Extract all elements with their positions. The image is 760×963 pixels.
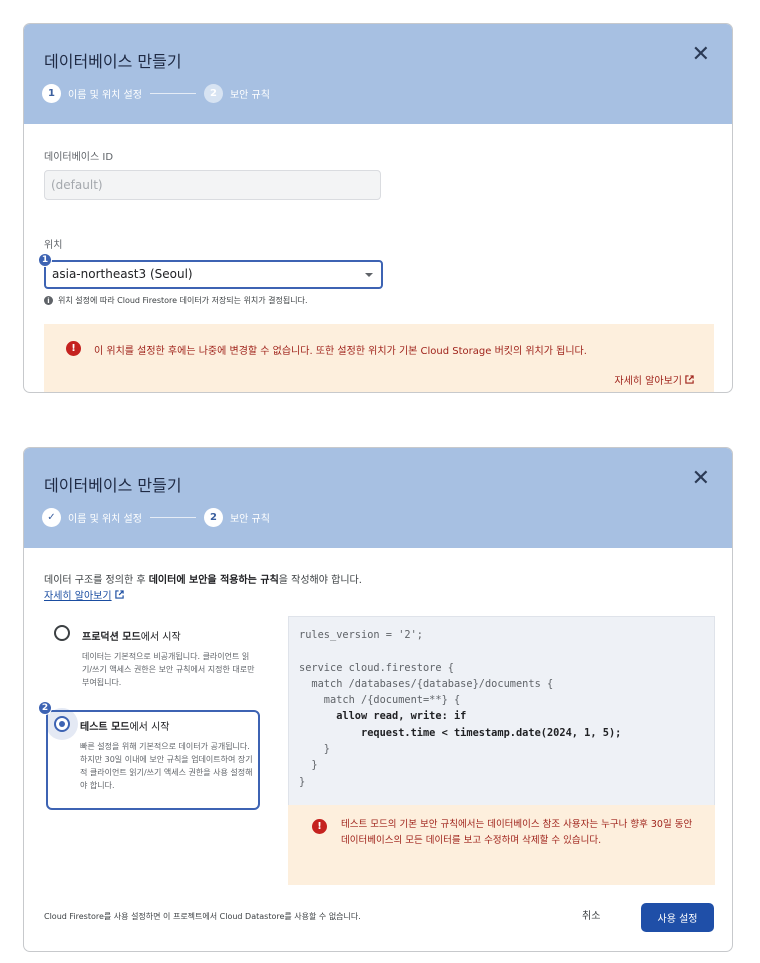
callout-badge-2: 2 — [38, 701, 52, 715]
step-name-location: ✓ 이름 및 위치 설정 — [42, 508, 142, 527]
check-icon: ✓ — [42, 508, 61, 527]
production-mode-title-rest: 에서 시작 — [140, 632, 181, 643]
rules-warning-text: 테스트 모드의 기본 보안 규칙에서는 데이터베이스 참조 사용자는 누구나 향… — [341, 819, 693, 846]
step-number: 2 — [203, 508, 223, 527]
code-line: rules_version = '2'; — [299, 629, 423, 641]
info-icon: i — [44, 296, 53, 305]
test-mode-title-rest: 에서 시작 — [129, 722, 170, 733]
cancel-button[interactable]: 취소 — [582, 907, 600, 922]
location-label: 위치 — [44, 240, 63, 251]
step-number: 1 — [42, 84, 61, 103]
rules-intro-prefix: 데이터 구조를 정의한 후 — [44, 575, 149, 586]
production-mode-option[interactable]: 프로덕션 모드에서 시작 데이터는 기본적으로 비공개됩니다. 클라이언트 읽기… — [48, 625, 258, 698]
code-block: rules_version = '2'; service cloud.fires… — [299, 627, 621, 790]
error-icon: ! — [312, 819, 327, 834]
production-mode-radio[interactable] — [54, 625, 70, 641]
dialog-title: 데이터베이스 만들기 — [44, 52, 182, 71]
rules-intro-suffix: 을 작성해야 합니다. — [278, 575, 362, 586]
step-label: 보안 규칙 — [229, 514, 270, 525]
production-mode-title: 프로덕션 모드에서 시작 — [82, 628, 181, 643]
step-name-location: 1 이름 및 위치 설정 — [42, 84, 142, 103]
code-line-highlight: allow read, write: if — [299, 710, 467, 723]
learn-more-link[interactable]: 자세히 알아보기 — [44, 587, 124, 602]
stepper: 1 이름 및 위치 설정 2 보안 규칙 — [42, 84, 270, 103]
dropdown-arrow-icon — [365, 273, 373, 277]
location-select[interactable]: asia-northeast3 (Seoul) — [44, 260, 383, 289]
location-help: i 위치 설정에 따라 Cloud Firestore 데이터가 저장되는 위치… — [44, 295, 308, 306]
close-button[interactable]: ✕ — [692, 468, 710, 490]
rules-intro: 데이터 구조를 정의한 후 데이터에 보안을 적용하는 규칙을 작성해야 합니다… — [44, 571, 362, 586]
create-database-dialog-step2: 데이터베이스 만들기 ✕ ✓ 이름 및 위치 설정 2 보안 규칙 데이터 구조… — [23, 447, 733, 952]
code-line: } — [299, 743, 330, 756]
error-icon: ! — [66, 341, 81, 356]
dialog-header: 데이터베이스 만들기 ✕ 1 이름 및 위치 설정 2 보안 규칙 — [24, 24, 732, 124]
step-connector — [149, 93, 196, 94]
rules-intro-bold: 데이터에 보안을 적용하는 규칙 — [148, 575, 279, 586]
location-warning: ! 이 위치를 설정한 후에는 나중에 변경할 수 없습니다. 또한 설정한 위… — [44, 324, 714, 392]
close-button[interactable]: ✕ — [692, 44, 710, 66]
callout-badge-1: 1 — [38, 253, 52, 267]
step-label: 이름 및 위치 설정 — [68, 90, 142, 101]
enable-button[interactable]: 사용 설정 — [641, 903, 714, 932]
stepper: ✓ 이름 및 위치 설정 2 보안 규칙 — [42, 508, 270, 527]
rules-warning: ! 테스트 모드의 기본 보안 규칙에서는 데이터베이스 참조 사용자는 누구나… — [288, 805, 715, 885]
test-mode-title-bold: 테스트 모드 — [80, 722, 130, 733]
code-line: } — [299, 759, 318, 772]
location-help-text: 위치 설정에 따라 Cloud Firestore 데이터가 저장되는 위치가 … — [58, 296, 308, 305]
test-mode-option[interactable]: 테스트 모드에서 시작 빠른 설정을 위해 기본적으로 데이터가 공개됩니다. … — [46, 708, 260, 810]
location-selected-value: asia-northeast3 (Seoul) — [52, 267, 193, 281]
database-id-label: 데이터베이스 ID — [44, 152, 114, 163]
step-label: 이름 및 위치 설정 — [68, 514, 142, 525]
test-mode-radio[interactable] — [54, 716, 70, 732]
location-warning-text: 이 위치를 설정한 후에는 나중에 변경할 수 없습니다. 또한 설정한 위치가… — [94, 346, 587, 357]
production-mode-title-bold: 프로덕션 모드 — [82, 632, 141, 643]
code-line: } — [299, 775, 306, 788]
step-connector — [149, 517, 196, 518]
learn-more-link[interactable]: 자세히 알아보기 — [614, 372, 694, 387]
test-mode-description: 빠른 설정을 위해 기본적으로 데이터가 공개됩니다. 하지만 30일 이내에 … — [80, 742, 253, 790]
database-id-input[interactable]: (default) — [44, 170, 381, 200]
external-link-icon — [114, 590, 124, 599]
learn-more-text: 자세히 알아보기 — [44, 591, 112, 602]
code-line: match /{document=**} { — [299, 694, 461, 707]
production-mode-description: 데이터는 기본적으로 비공개됩니다. 클라이언트 읽기/쓰기 액세스 권한은 보… — [82, 652, 255, 687]
dialog-title: 데이터베이스 만들기 — [44, 476, 182, 495]
learn-more-text: 자세히 알아보기 — [614, 376, 682, 387]
step-security-rules: 2 보안 규칙 — [203, 84, 270, 103]
step-security-rules: 2 보안 규칙 — [203, 508, 270, 527]
code-line: service cloud.firestore { — [299, 661, 454, 674]
footer-note: Cloud Firestore를 사용 설정하면 이 프로젝트에서 Cloud … — [44, 912, 361, 921]
test-mode-title: 테스트 모드에서 시작 — [80, 718, 169, 733]
dialog-header: 데이터베이스 만들기 ✕ ✓ 이름 및 위치 설정 2 보안 규칙 — [24, 448, 732, 548]
code-line-highlight: request.time < timestamp.date(2024, 1, 5… — [299, 726, 622, 739]
step-label: 보안 규칙 — [229, 90, 270, 101]
code-line: match /databases/{database}/documents { — [299, 677, 554, 690]
create-database-dialog-step1: 데이터베이스 만들기 ✕ 1 이름 및 위치 설정 2 보안 규칙 데이터베이스… — [23, 23, 733, 393]
step-number: 2 — [203, 84, 223, 103]
external-link-icon — [685, 375, 694, 384]
